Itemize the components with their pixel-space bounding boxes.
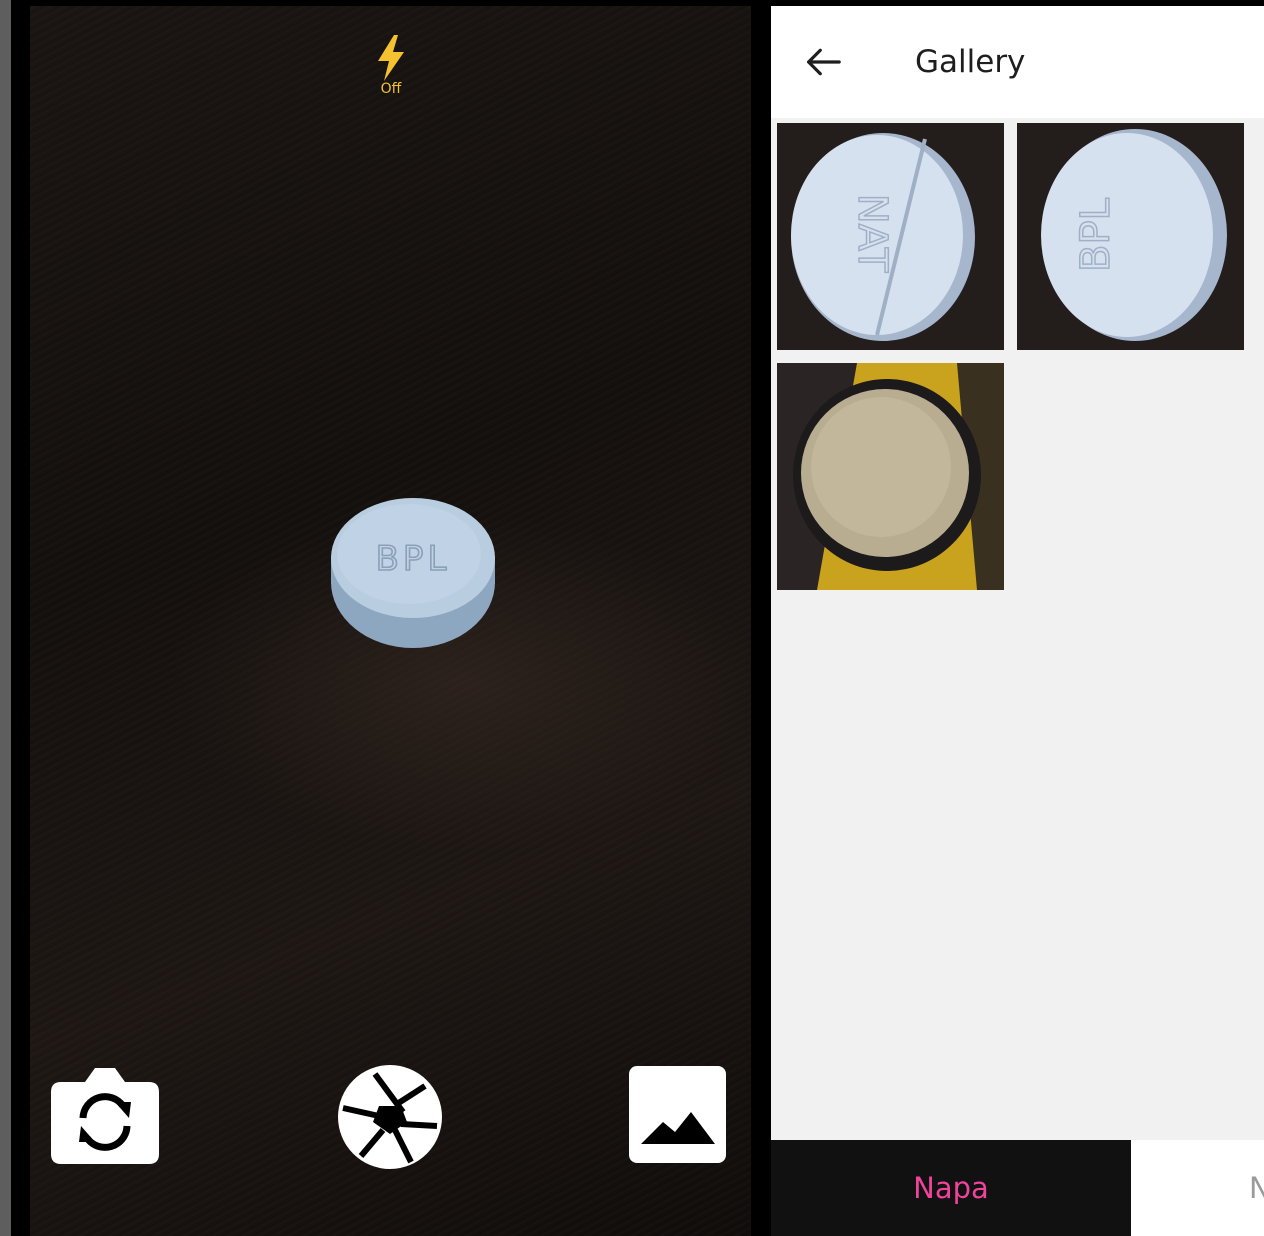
thumbnail-imprint: BPL [1073,197,1119,272]
gallery-thumbnail[interactable] [777,363,1004,590]
shutter-button[interactable] [337,1064,443,1170]
gallery-header: Gallery [771,6,1264,118]
gallery-thumbnail[interactable] [1257,123,1264,350]
arrow-left-icon [807,48,841,76]
image-gallery-icon [629,1066,726,1163]
flash-toggle[interactable]: Off [371,34,411,98]
left-edge-strip [0,0,11,1236]
open-gallery-button[interactable] [629,1066,726,1163]
camera-pane: Off BPL [11,0,771,1236]
thumbnail-image [777,363,1004,590]
tab-label: N [1249,1171,1264,1205]
back-button[interactable] [801,42,845,82]
thumbnail-image: NAT [777,123,1004,350]
preview-pill: BPL [331,498,495,648]
switch-camera-button[interactable] [51,1066,159,1164]
tab-label: Napa [913,1171,989,1205]
gallery-thumbnail[interactable]: NAT [777,123,1004,350]
gallery-thumbnail[interactable]: BPL [1017,123,1244,350]
preview-pill-imprint: BPL [376,539,451,579]
tab-napa[interactable]: Napa [771,1140,1131,1236]
gallery-title: Gallery [915,44,1026,80]
bottom-tab-bar: Napa N [771,1140,1264,1236]
tab-second[interactable]: N [1131,1140,1264,1236]
shutter-aperture-icon [338,1065,442,1169]
thumbnail-image [1257,123,1264,350]
gallery-pane: Gallery NAT BPL Napa N [771,6,1264,1236]
flash-status-label: Off [380,81,402,97]
flash-icon [378,35,404,81]
thumbnail-imprint: NAT [849,194,895,273]
switch-camera-icon [51,1068,159,1164]
thumbnail-image: BPL [1017,123,1244,350]
